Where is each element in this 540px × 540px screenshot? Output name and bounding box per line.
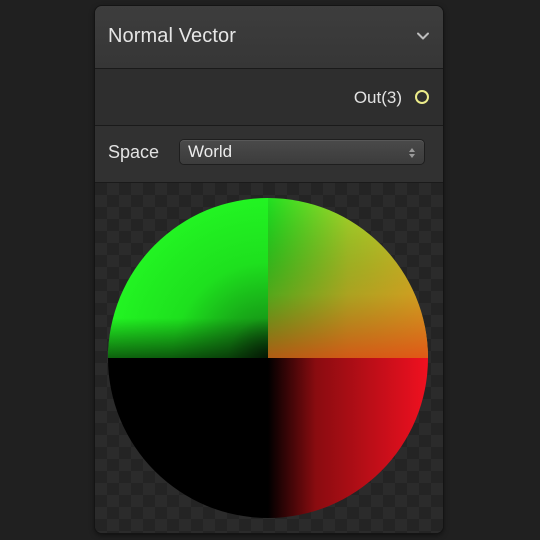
updown-arrows-icon [408, 146, 416, 158]
space-dropdown-value: World [188, 142, 233, 161]
node-header[interactable]: Normal Vector [95, 6, 443, 69]
preview-area [95, 183, 443, 533]
output-port[interactable] [415, 90, 429, 104]
chevron-down-icon[interactable] [415, 28, 431, 44]
normal-vector-node[interactable]: Normal Vector Out(3) Space World [95, 6, 443, 533]
node-controls: Space World [95, 126, 443, 183]
space-label: Space [108, 142, 160, 162]
node-title: Normal Vector [108, 25, 237, 47]
output-slot-label: Out(3) [353, 88, 402, 107]
space-dropdown[interactable]: World [180, 140, 424, 164]
normal-sphere-preview [108, 198, 428, 518]
output-slots: Out(3) [95, 69, 443, 126]
